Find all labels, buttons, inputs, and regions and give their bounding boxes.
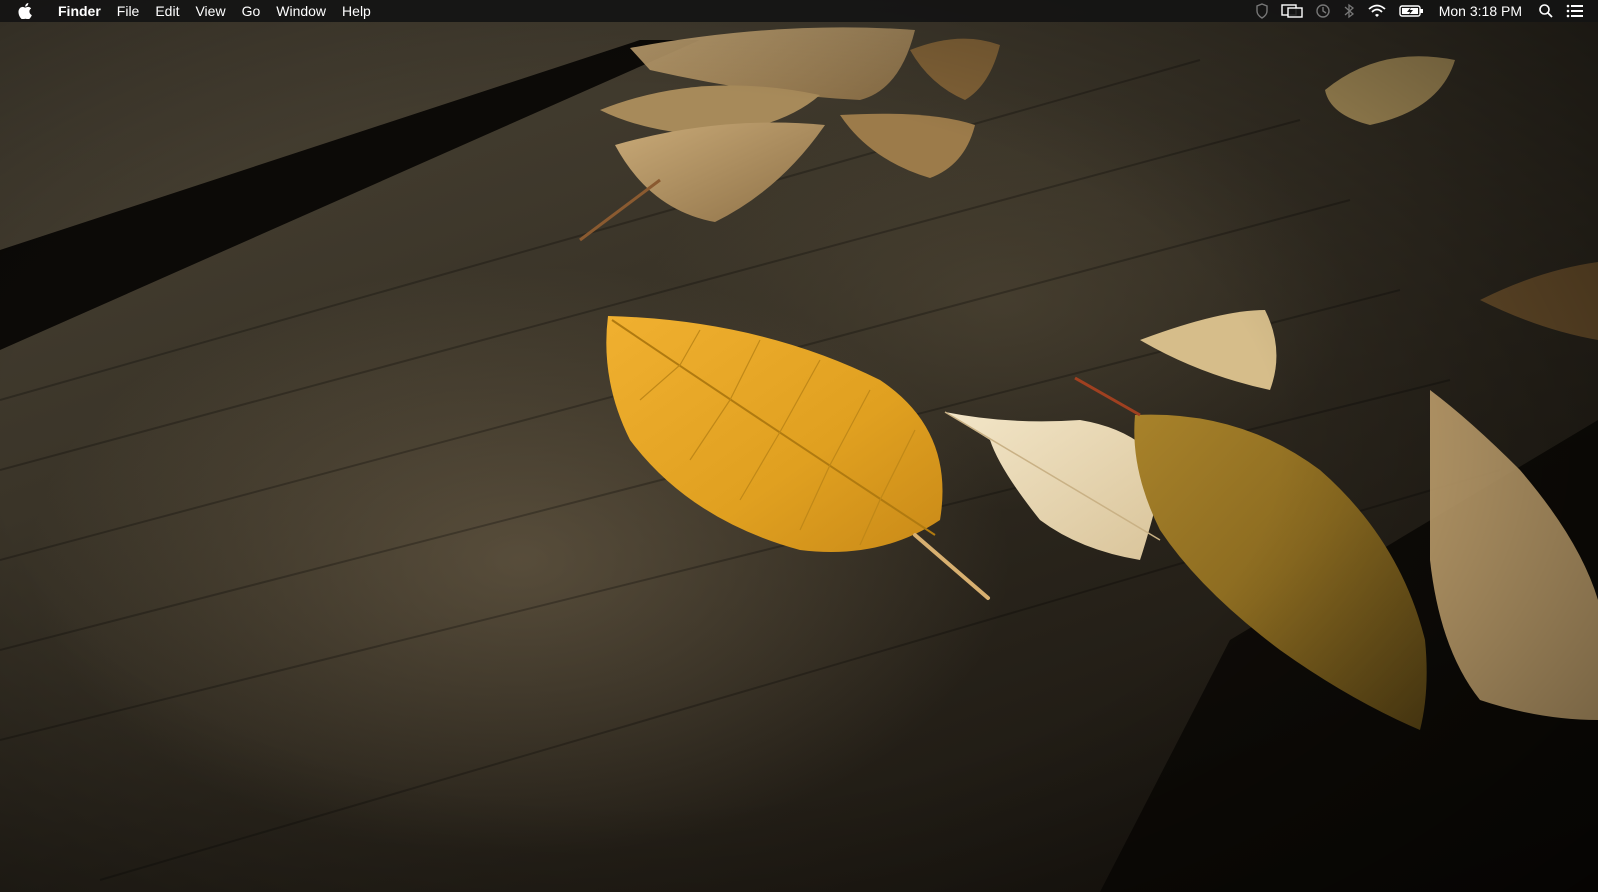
list-icon[interactable] bbox=[1560, 0, 1598, 22]
menu-bar-left: Finder File Edit View Go Window Help bbox=[0, 0, 379, 22]
bluetooth-icon[interactable] bbox=[1337, 0, 1361, 22]
desktop-wallpaper bbox=[0, 0, 1598, 892]
search-icon[interactable] bbox=[1532, 0, 1560, 22]
menu-bar: Finder File Edit View Go Window Help Mon… bbox=[0, 0, 1598, 22]
apple-logo-icon[interactable] bbox=[16, 0, 34, 22]
display-mirroring-icon[interactable] bbox=[1275, 0, 1309, 22]
menu-file[interactable]: File bbox=[109, 0, 148, 22]
battery-charging-icon[interactable] bbox=[1393, 0, 1431, 22]
wallpaper-artwork bbox=[0, 0, 1598, 892]
menu-app-name[interactable]: Finder bbox=[50, 0, 109, 22]
menu-clock[interactable]: Mon 3:18 PM bbox=[1431, 0, 1532, 22]
menu-go[interactable]: Go bbox=[234, 0, 269, 22]
menu-bar-right: Mon 3:18 PM bbox=[1249, 0, 1598, 22]
menu-help[interactable]: Help bbox=[334, 0, 379, 22]
desktop-screen: Finder File Edit View Go Window Help Mon… bbox=[0, 0, 1598, 892]
time-machine-icon[interactable] bbox=[1309, 0, 1337, 22]
menu-window[interactable]: Window bbox=[268, 0, 334, 22]
menu-edit[interactable]: Edit bbox=[147, 0, 187, 22]
menu-view[interactable]: View bbox=[187, 0, 233, 22]
wifi-icon[interactable] bbox=[1361, 0, 1393, 22]
shield-icon[interactable] bbox=[1249, 0, 1275, 22]
